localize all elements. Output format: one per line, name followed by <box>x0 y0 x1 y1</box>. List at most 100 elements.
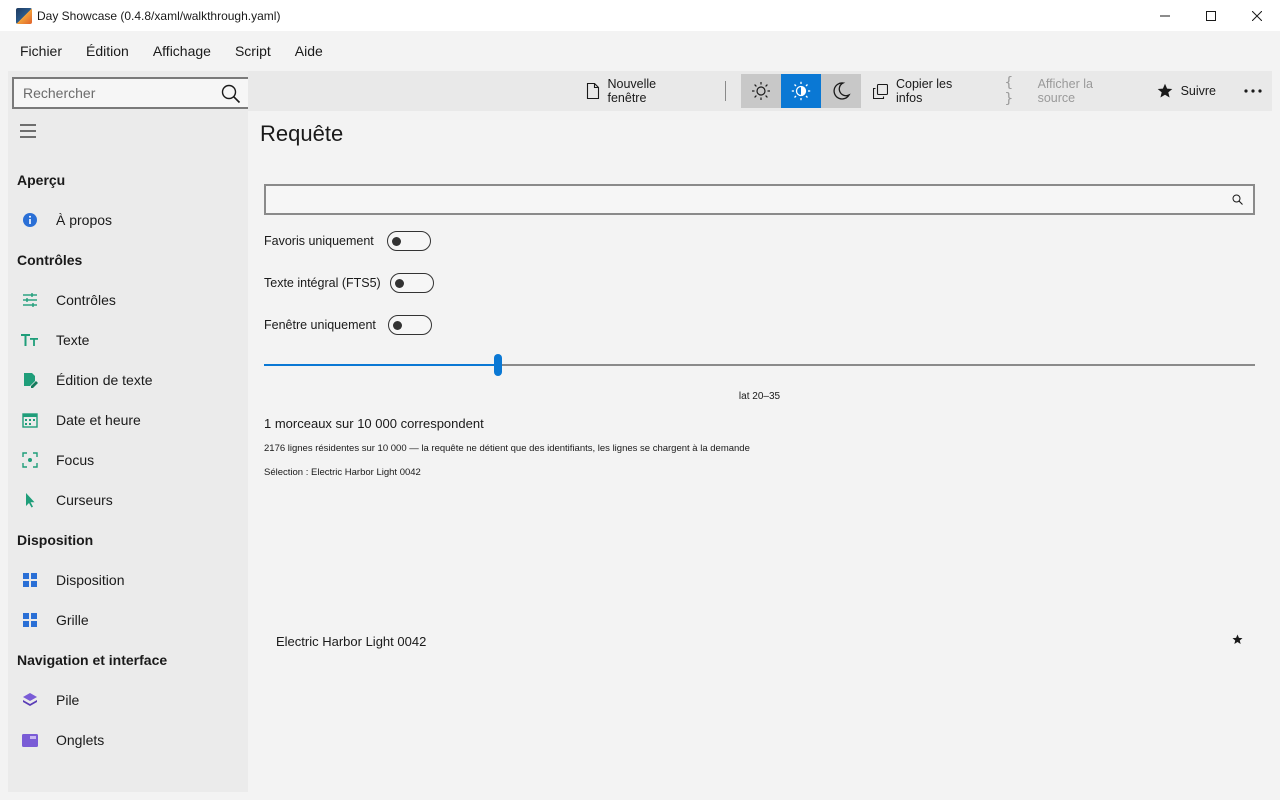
window-controls <box>1142 0 1280 31</box>
auto-theme-button[interactable] <box>780 74 821 108</box>
close-icon <box>1252 10 1262 21</box>
maximize-button[interactable] <box>1188 0 1234 31</box>
document-icon <box>586 83 600 99</box>
follow-button[interactable]: Suivre <box>1147 71 1226 111</box>
dark-theme-button[interactable] <box>820 74 861 108</box>
calendar-icon <box>21 411 39 429</box>
page-title: Requête <box>260 121 344 146</box>
sidebar-item-label: À propos <box>56 212 113 228</box>
resident-rows-text: 2176 lignes résidentes sur 10 000 — la r… <box>264 443 750 454</box>
new-window-button[interactable]: Nouvelle fenêtre <box>576 71 708 111</box>
follow-label: Suivre <box>1180 84 1216 98</box>
sidebar-item-a-propos[interactable]: À propos <box>8 200 248 240</box>
cursor-icon <box>21 491 39 509</box>
toggle-row-favoris: Favoris uniquement <box>264 231 431 251</box>
menu-script[interactable]: Script <box>223 35 283 67</box>
close-button[interactable] <box>1234 0 1280 31</box>
fulltext-toggle[interactable] <box>389 273 434 293</box>
main-content: Requête Favoris uniquement Texte intégra… <box>248 111 1272 792</box>
star-icon <box>1157 83 1173 99</box>
grid-icon <box>21 611 39 629</box>
info-icon <box>21 211 39 229</box>
theme-switcher <box>740 74 861 108</box>
toggle-label: Texte intégral (FTS5) <box>264 276 381 290</box>
favorite-star-icon[interactable] <box>1232 634 1243 645</box>
sidebar-item-label: Texte <box>56 332 90 348</box>
match-count-text: 1 morceaux sur 10 000 correspondent <box>264 416 484 431</box>
sidebar-item-controles[interactable]: Contrôles <box>8 280 248 320</box>
search-icon[interactable] <box>1232 194 1243 205</box>
sidebar-item-label: Édition de texte <box>56 372 153 388</box>
edit-document-icon <box>21 371 39 389</box>
sidebar-item-label: Date et heure <box>56 412 141 428</box>
sidebar-item-date-et-heure[interactable]: Date et heure <box>8 400 248 440</box>
search-icon[interactable] <box>221 84 241 104</box>
window-title: Day Showcase (0.4.8/xaml/walkthrough.yam… <box>37 8 281 23</box>
copy-info-button[interactable]: Copier les infos <box>863 71 991 111</box>
sidebar-item-label: Curseurs <box>56 492 113 508</box>
toggle-label: Favoris uniquement <box>264 234 374 248</box>
menu-affichage[interactable]: Affichage <box>141 35 223 67</box>
sidebar-item-label: Contrôles <box>56 292 116 308</box>
nav-header-controles: Contrôles <box>17 252 83 268</box>
slider-fill <box>264 364 498 366</box>
nav-header-apercu: Aperçu <box>17 172 66 188</box>
sidebar-item-onglets[interactable]: Onglets <box>8 720 248 760</box>
slider-thumb[interactable] <box>494 354 502 376</box>
braces-icon: { } <box>1004 75 1014 107</box>
sidebar-item-label: Disposition <box>56 572 125 588</box>
toggle-row-fenetre: Fenêtre uniquement <box>264 315 432 335</box>
contrast-icon <box>791 81 811 101</box>
query-search-box <box>264 184 1255 215</box>
latitude-slider[interactable] <box>264 354 1255 376</box>
title-bar: Day Showcase (0.4.8/xaml/walkthrough.yam… <box>0 0 1280 31</box>
toggle-label: Fenêtre uniquement <box>264 318 376 332</box>
sidebar-item-pile[interactable]: Pile <box>8 680 248 720</box>
sidebar-item-curseurs[interactable]: Curseurs <box>8 480 248 520</box>
result-list-item[interactable]: Electric Harbor Light 0042 <box>264 626 1255 656</box>
app-window: Day Showcase (0.4.8/xaml/walkthrough.yam… <box>0 0 1280 800</box>
copy-info-label: Copier les infos <box>895 77 953 105</box>
minimize-button[interactable] <box>1142 0 1188 31</box>
selection-text: Sélection : Electric Harbor Light 0042 <box>264 467 421 478</box>
nav-header-disposition: Disposition <box>17 532 94 548</box>
menu-aide[interactable]: Aide <box>283 35 335 67</box>
query-input[interactable] <box>266 186 1216 213</box>
sidebar-item-grille[interactable]: Grille <box>8 600 248 640</box>
stack-icon <box>21 691 39 709</box>
search-input[interactable] <box>14 80 214 106</box>
slider-value-label: lat 20–35 <box>738 391 781 402</box>
focus-icon <box>21 451 39 469</box>
text-icon <box>21 331 39 349</box>
hamburger-menu-icon[interactable] <box>18 121 38 141</box>
menu-bar: Fichier Édition Affichage Script Aide <box>0 31 1280 71</box>
light-theme-button[interactable] <box>740 74 781 108</box>
nav-header-navigation: Navigation et interface <box>17 652 168 668</box>
more-icon <box>1244 89 1262 93</box>
result-name: Electric Harbor Light 0042 <box>276 633 427 649</box>
command-bar: Nouvelle fenêtre Copier les infos { } Af… <box>248 71 1272 111</box>
sidebar-item-label: Focus <box>56 452 95 468</box>
maximize-icon <box>1206 10 1216 21</box>
window-only-toggle[interactable] <box>387 315 432 335</box>
sidebar-search-box <box>12 77 251 109</box>
sidebar-item-texte[interactable]: Texte <box>8 320 248 360</box>
show-source-button[interactable]: { } Afficher la source <box>995 71 1143 111</box>
sidebar: Aperçu À propos Contrôles Contrôles Text… <box>8 71 251 792</box>
sidebar-item-label: Pile <box>56 692 80 708</box>
toggle-row-fts5: Texte intégral (FTS5) <box>264 273 434 293</box>
sidebar-item-edition-de-texte[interactable]: Édition de texte <box>8 360 248 400</box>
new-window-label: Nouvelle fenêtre <box>607 77 657 105</box>
menu-fichier[interactable]: Fichier <box>8 35 74 67</box>
show-source-label: Afficher la source <box>1037 77 1093 105</box>
more-options-button[interactable] <box>1234 71 1272 111</box>
sidebar-item-focus[interactable]: Focus <box>8 440 248 480</box>
app-logo-icon <box>16 7 32 24</box>
menu-edition[interactable]: Édition <box>74 35 141 67</box>
tabs-icon <box>21 731 39 749</box>
nav-list: Aperçu À propos Contrôles Contrôles Text… <box>8 160 248 760</box>
sidebar-item-disposition[interactable]: Disposition <box>8 560 248 600</box>
sidebar-item-label: Grille <box>56 612 89 628</box>
minimize-icon <box>1160 15 1170 16</box>
favorites-only-toggle[interactable] <box>386 231 431 251</box>
